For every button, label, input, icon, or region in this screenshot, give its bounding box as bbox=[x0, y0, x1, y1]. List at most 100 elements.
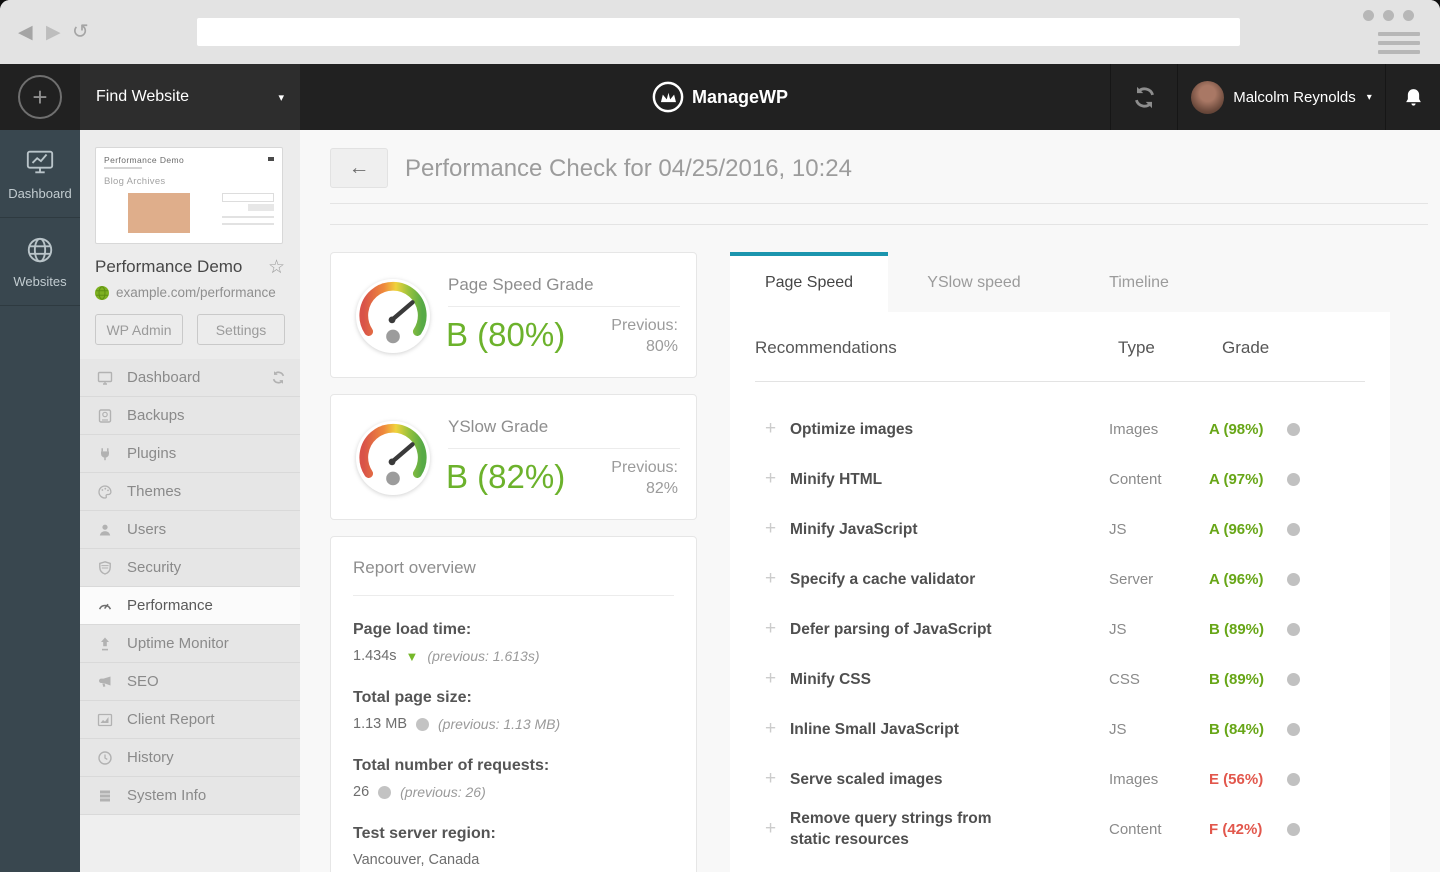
sidebar-item-system-info[interactable]: System Info bbox=[80, 777, 300, 815]
previous-value: 80% bbox=[645, 338, 678, 355]
results-panel: Page Speed YSlow speed Timeline Recommen… bbox=[730, 252, 1390, 872]
recommendation-row[interactable]: + Optimize images Images A (98%) bbox=[730, 404, 1390, 454]
rail-item-websites[interactable]: Websites bbox=[0, 218, 80, 306]
recommendation-row[interactable]: + Minify HTML Content A (97%) bbox=[730, 454, 1390, 504]
sidebar-item-client-report[interactable]: Client Report bbox=[80, 701, 300, 739]
back-arrow-icon: ← bbox=[348, 156, 370, 179]
recommendation-row[interactable]: + Serve scaled images Images E (56%) bbox=[730, 754, 1390, 804]
browser-menu-icon[interactable] bbox=[1378, 32, 1420, 54]
settings-button[interactable]: Settings bbox=[197, 314, 285, 345]
sidebar-item-dashboard[interactable]: Dashboard bbox=[80, 359, 300, 397]
sidebar-item-plugins[interactable]: Plugins bbox=[80, 435, 300, 473]
tab-yslow-speed[interactable]: YSlow speed bbox=[895, 252, 1053, 312]
recommendation-row[interactable]: + Defer parsing of JavaScript JS B (89%) bbox=[730, 604, 1390, 654]
brand-logo[interactable]: ManageWP bbox=[652, 64, 788, 130]
recommendation-row[interactable]: + Minify JavaScript JS A (96%) bbox=[730, 504, 1390, 554]
monitor-icon bbox=[97, 371, 113, 385]
expand-plus-icon[interactable]: + bbox=[765, 418, 779, 440]
sync-button[interactable] bbox=[1110, 64, 1177, 130]
report-heading: Report overview bbox=[353, 558, 476, 577]
previous-label: Previous: bbox=[611, 317, 678, 334]
grade-dot-icon bbox=[1287, 622, 1300, 636]
grade-dot-icon bbox=[1287, 822, 1300, 836]
sidebar-item-themes[interactable]: Themes bbox=[80, 473, 300, 511]
recommendation-type: Content bbox=[1109, 820, 1162, 838]
yslow-grade-card: YSlow Grade B (82%) Previous: 82% bbox=[330, 394, 697, 520]
result-tabs: Page Speed YSlow speed Timeline bbox=[730, 252, 1390, 312]
top-navbar: + Find Website ▾ ManageWP Malcolm Reynol… bbox=[0, 64, 1440, 130]
recommendation-row[interactable]: + Remove query strings from static resou… bbox=[730, 804, 1390, 854]
recommendation-row[interactable]: + Minify CSS CSS B (89%) bbox=[730, 654, 1390, 704]
recommendation-title: Specify a cache validator bbox=[790, 570, 976, 588]
site-sidebar: Performance Demo Blog Archives Performan… bbox=[80, 130, 300, 872]
sidebar-item-history[interactable]: History bbox=[80, 739, 300, 777]
tab-page-speed[interactable]: Page Speed bbox=[730, 252, 888, 312]
sidebar-item-backups[interactable]: Backups bbox=[80, 397, 300, 435]
find-website-dropdown[interactable]: Find Website ▾ bbox=[80, 64, 300, 130]
tab-timeline[interactable]: Timeline bbox=[1060, 252, 1218, 312]
browser-forward-icon[interactable]: ▶ bbox=[46, 21, 61, 44]
sidebar-menu: Dashboard Backups Plugins Themes Users S… bbox=[80, 359, 300, 872]
report-item-label: Total page size: bbox=[353, 689, 472, 706]
caret-down-icon: ▾ bbox=[1366, 91, 1372, 103]
recommendation-title: Optimize images bbox=[790, 420, 914, 438]
plug-icon bbox=[101, 447, 109, 460]
user-icon bbox=[99, 524, 111, 535]
sidebar-item-security[interactable]: Security bbox=[80, 549, 300, 587]
user-name: Malcolm Reynolds bbox=[1233, 88, 1356, 106]
sidebar-item-seo[interactable]: SEO bbox=[80, 663, 300, 701]
recommendation-type: JS bbox=[1109, 520, 1127, 538]
expand-plus-icon[interactable]: + bbox=[765, 568, 779, 590]
dashboard-monitor-icon bbox=[26, 150, 54, 173]
managewp-logo-icon bbox=[652, 81, 684, 113]
neutral-dot-icon bbox=[378, 785, 392, 799]
card-label: Page Speed Grade bbox=[448, 275, 594, 294]
grade-value: B (82%) bbox=[446, 458, 566, 495]
sidebar-item-performance[interactable]: Performance bbox=[80, 587, 300, 625]
recommendations-panel: Recommendations Type Grade + Optimize im… bbox=[730, 312, 1390, 872]
wp-admin-button[interactable]: WP Admin bbox=[95, 314, 183, 345]
address-bar-input[interactable] bbox=[197, 18, 1240, 46]
add-website-button[interactable]: + bbox=[0, 64, 80, 130]
site-title: Performance Demo bbox=[95, 257, 243, 276]
expand-plus-icon[interactable]: + bbox=[765, 818, 779, 840]
browser-back-icon[interactable]: ◀ bbox=[18, 21, 33, 44]
rail-item-label: Dashboard bbox=[8, 185, 72, 201]
expand-plus-icon[interactable]: + bbox=[765, 718, 779, 740]
recommendation-row[interactable]: + Specify a cache validator Server A (96… bbox=[730, 554, 1390, 604]
notifications-button[interactable] bbox=[1385, 64, 1440, 130]
rail-item-dashboard[interactable]: Dashboard bbox=[0, 130, 80, 218]
recommendation-type: Server bbox=[1109, 570, 1154, 588]
recommendation-title: Minify HTML bbox=[790, 470, 883, 488]
neutral-dot-icon bbox=[416, 717, 429, 731]
refresh-icon[interactable] bbox=[271, 370, 286, 385]
shield-icon bbox=[99, 560, 111, 575]
find-website-label: Find Website bbox=[96, 88, 190, 105]
report-item-previous: (previous: 26) bbox=[400, 784, 486, 800]
back-button[interactable]: ← bbox=[330, 148, 388, 188]
report-overview-card: Report overview Page load time: 1.434s ▼… bbox=[330, 536, 697, 872]
expand-plus-icon[interactable]: + bbox=[765, 518, 779, 540]
browser-reload-icon[interactable]: ↻ bbox=[72, 19, 89, 44]
recommendation-type: Content bbox=[1109, 470, 1162, 488]
expand-plus-icon[interactable]: + bbox=[765, 618, 779, 640]
recommendation-grade: B (84%) bbox=[1209, 720, 1265, 738]
site-thumbnail[interactable]: Performance Demo Blog Archives bbox=[95, 147, 283, 244]
green-globe-icon bbox=[95, 285, 109, 300]
card-label: YSlow Grade bbox=[448, 417, 549, 436]
plus-icon: + bbox=[18, 75, 62, 119]
recommendation-type: Images bbox=[1109, 770, 1159, 788]
column-header-type: Type bbox=[1118, 338, 1155, 357]
sidebar-item-users[interactable]: Users bbox=[80, 511, 300, 549]
expand-plus-icon[interactable]: + bbox=[765, 668, 779, 690]
report-item-label: Test server region: bbox=[353, 825, 496, 842]
expand-plus-icon[interactable]: + bbox=[765, 468, 779, 490]
recommendation-row[interactable]: + Inline Small JavaScript JS B (84%) bbox=[730, 704, 1390, 754]
user-menu[interactable]: Malcolm Reynolds ▾ bbox=[1177, 64, 1385, 130]
recommendation-grade: F (42%) bbox=[1209, 820, 1263, 838]
star-outline-icon[interactable]: ☆ bbox=[268, 258, 285, 277]
expand-plus-icon[interactable]: + bbox=[765, 768, 779, 790]
sidebar-item-uptime-monitor[interactable]: Uptime Monitor bbox=[80, 625, 300, 663]
avatar bbox=[1191, 80, 1225, 114]
thumbnail-site-title: Performance Demo bbox=[104, 155, 185, 165]
